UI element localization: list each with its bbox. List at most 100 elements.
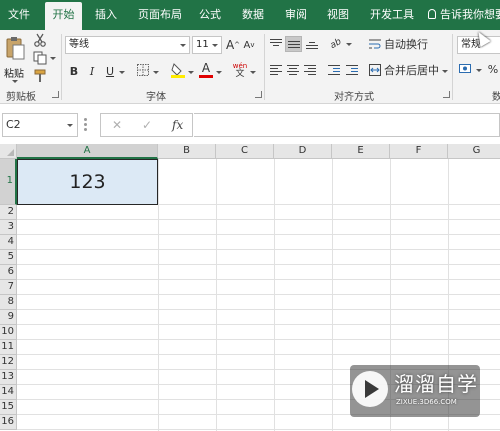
align-top-button[interactable] <box>268 36 284 52</box>
bold-button[interactable]: B <box>67 62 81 80</box>
row-header-13[interactable]: 13 <box>0 370 17 385</box>
copy-dropdown-caret[interactable] <box>50 57 56 60</box>
column-header-e[interactable]: E <box>332 144 390 159</box>
font-size-dropdown[interactable]: 11 <box>192 36 222 54</box>
scissors-icon <box>34 33 46 47</box>
phonetic-guide-button[interactable]: wén 文 <box>232 61 248 79</box>
column-header-d[interactable]: D <box>274 144 332 159</box>
cut-button[interactable] <box>32 32 48 48</box>
formula-input[interactable] <box>194 113 500 137</box>
gridline <box>17 249 500 250</box>
font-name-dropdown[interactable]: 等线 <box>65 36 190 54</box>
tab-file[interactable]: 文件 <box>8 0 30 30</box>
clipboard-group-label: 剪贴板 <box>6 92 36 103</box>
formula-controls: ✕ ✓ fx <box>100 113 193 137</box>
gridline <box>17 234 500 235</box>
align-right-icon <box>304 65 316 75</box>
column-header-b[interactable]: B <box>158 144 216 159</box>
row-header-9[interactable]: 9 <box>0 310 17 325</box>
name-box[interactable]: C2 <box>2 113 78 137</box>
tab-formulas[interactable]: 公式 <box>199 0 221 30</box>
row-header-3[interactable]: 3 <box>0 220 17 235</box>
row-header-11[interactable]: 11 <box>0 340 17 355</box>
font-launcher-icon[interactable] <box>255 91 262 98</box>
font-color-dropdown-caret[interactable] <box>216 71 222 74</box>
font-color-button[interactable]: A <box>198 61 214 79</box>
clipboard-launcher-icon[interactable] <box>52 91 59 98</box>
tab-home[interactable]: 开始 <box>45 2 82 30</box>
column-header-f[interactable]: F <box>390 144 448 159</box>
borders-dropdown-caret[interactable] <box>153 71 159 74</box>
merge-center-button[interactable]: 合并后居中 <box>369 62 439 78</box>
row-header-12[interactable]: 12 <box>0 355 17 370</box>
format-painter-button[interactable] <box>32 68 48 84</box>
row-header-6[interactable]: 6 <box>0 265 17 280</box>
font-size-value: 11 <box>196 39 209 50</box>
gridline <box>216 159 217 431</box>
phonetic-dropdown-caret[interactable] <box>250 71 256 74</box>
row-header-14[interactable]: 14 <box>0 385 17 400</box>
tab-page-layout[interactable]: 页面布局 <box>138 0 182 30</box>
align-left-button[interactable] <box>268 62 284 78</box>
gridline <box>17 264 500 265</box>
fill-color-button[interactable] <box>170 61 186 79</box>
shrink-font-icon: A <box>243 39 251 51</box>
select-all-button[interactable] <box>0 144 17 159</box>
percent-style-button[interactable]: % <box>486 61 500 77</box>
row-header-15[interactable]: 15 <box>0 400 17 415</box>
decrease-indent-button[interactable] <box>326 62 342 78</box>
column-header-a[interactable]: A <box>17 144 158 159</box>
enter-icon[interactable]: ✓ <box>142 118 152 132</box>
tab-developer[interactable]: 开发工具 <box>370 0 414 30</box>
shrink-font-button[interactable]: Av <box>242 36 256 54</box>
tab-data[interactable]: 数据 <box>242 0 264 30</box>
accounting-format-button[interactable] <box>458 61 474 77</box>
tab-insert[interactable]: 插入 <box>95 0 117 30</box>
row-header-7[interactable]: 7 <box>0 280 17 295</box>
align-center-button[interactable] <box>285 62 301 78</box>
accounting-dropdown-caret[interactable] <box>476 69 482 72</box>
gridline <box>17 339 500 340</box>
tab-view[interactable]: 视图 <box>327 0 349 30</box>
insert-function-icon[interactable]: fx <box>172 118 183 132</box>
row-header-1[interactable]: 1 <box>0 159 17 205</box>
borders-button[interactable] <box>136 63 150 77</box>
row-header-10[interactable]: 10 <box>0 325 17 340</box>
underline-button[interactable]: U <box>103 62 117 80</box>
wrap-text-button[interactable]: 自动换行 <box>369 36 429 52</box>
merge-center-dropdown-caret[interactable] <box>442 70 448 73</box>
wrap-text-label: 自动换行 <box>384 38 428 51</box>
alignment-launcher-icon[interactable] <box>443 91 450 98</box>
row-header-4[interactable]: 4 <box>0 235 17 250</box>
play-logo-icon <box>352 371 388 407</box>
gridline <box>332 159 333 431</box>
formula-bar: C2 ✕ ✓ fx <box>0 104 500 144</box>
align-middle-button[interactable] <box>285 36 302 52</box>
row-header-2[interactable]: 2 <box>0 205 17 220</box>
formula-bar-grip-icon[interactable] <box>84 118 87 132</box>
lightbulb-icon <box>428 9 436 19</box>
gridline <box>17 429 500 430</box>
italic-button[interactable]: I <box>85 62 99 80</box>
cancel-icon[interactable]: ✕ <box>112 118 122 132</box>
copy-button[interactable] <box>32 50 48 66</box>
align-right-button[interactable] <box>302 62 318 78</box>
tab-review[interactable]: 审阅 <box>285 0 307 30</box>
column-header-c[interactable]: C <box>216 144 274 159</box>
row-header-8[interactable]: 8 <box>0 295 17 310</box>
row-header-5[interactable]: 5 <box>0 250 17 265</box>
grow-font-button[interactable]: A ^ <box>226 36 240 54</box>
column-header-g[interactable]: G <box>448 144 500 159</box>
cell-a1[interactable]: 123 <box>17 159 158 205</box>
increase-indent-button[interactable] <box>344 62 360 78</box>
gridline <box>17 354 500 355</box>
underline-dropdown-caret[interactable] <box>119 71 125 74</box>
align-bottom-button[interactable] <box>304 36 320 52</box>
orientation-button[interactable]: ab <box>325 32 348 56</box>
tell-me-search[interactable]: 告诉我你想要 <box>428 0 500 30</box>
row-header-16[interactable]: 16 <box>0 415 17 430</box>
orientation-dropdown-caret[interactable] <box>346 43 352 46</box>
paste-dropdown-caret[interactable] <box>12 80 18 83</box>
paste-button[interactable] <box>3 33 27 63</box>
fill-color-dropdown-caret[interactable] <box>188 71 194 74</box>
